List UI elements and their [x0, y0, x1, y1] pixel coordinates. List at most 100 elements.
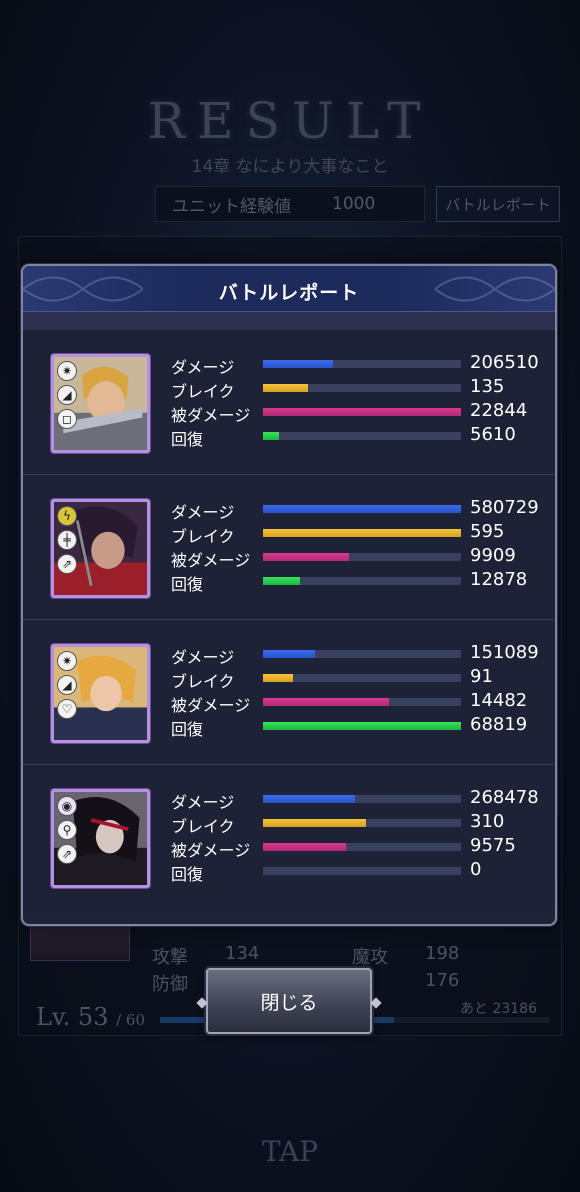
- heal-stat: 回復 12878: [171, 569, 551, 594]
- damage-stat: ダメージ 268478: [171, 787, 551, 812]
- heal-bar: [263, 577, 461, 585]
- heal-label: 回復: [171, 430, 204, 449]
- received-damage-label: 被ダメージ: [171, 551, 251, 570]
- damage-bar-fill: [263, 505, 461, 513]
- unit-portrait[interactable]: ✷ ◢ ♡: [51, 644, 150, 743]
- stat-magic-value: 198: [425, 943, 460, 964]
- received-damage-label: 被ダメージ: [171, 696, 251, 715]
- heal-bar-fill: [263, 577, 301, 585]
- element-icon: ◉: [57, 796, 77, 816]
- role-icon: ◻: [57, 409, 77, 429]
- damage-bar: [263, 505, 461, 513]
- unit-level: Lv. 53 / 60: [36, 1003, 145, 1031]
- break-label: ブレイク: [171, 672, 235, 691]
- heal-value: 12878: [470, 569, 528, 590]
- heal-label: 回復: [171, 865, 204, 884]
- break-bar-fill: [263, 529, 461, 537]
- heal-label: 回復: [171, 575, 204, 594]
- break-label: ブレイク: [171, 527, 235, 546]
- received-damage-stat: 被ダメージ 14482: [171, 690, 551, 715]
- unit-exp-box: ユニット経験値 1000: [155, 186, 425, 222]
- break-label: ブレイク: [171, 817, 235, 836]
- result-title: RESULT: [147, 92, 433, 150]
- break-value: 310: [470, 811, 505, 832]
- received-damage-value: 9575: [470, 835, 516, 856]
- damage-label: ダメージ: [171, 648, 235, 667]
- damage-label: ダメージ: [171, 358, 235, 377]
- unit-report-row: ✷ ◢ ♡ ダメージ 151089 ブレイク 91 被ダメージ 14482 回復…: [23, 620, 555, 765]
- unit-portrait[interactable]: ϟ ╪ ⇗: [51, 499, 150, 598]
- damage-value: 206510: [470, 352, 539, 373]
- break-bar: [263, 819, 461, 827]
- element-icon: ϟ: [57, 506, 77, 526]
- weapon-icon: ⚲: [57, 820, 77, 840]
- received-damage-bar-fill: [263, 698, 389, 706]
- battle-report-modal: バトルレポート ✷ ◢ ◻ ダメージ 206510 ブレイク 135 被ダメージ…: [21, 264, 557, 926]
- heal-stat: 回復 0: [171, 859, 551, 884]
- damage-bar-fill: [263, 650, 315, 658]
- break-bar: [263, 674, 461, 682]
- role-icon: ⇗: [57, 844, 77, 864]
- damage-bar-fill: [263, 795, 355, 803]
- break-value: 595: [470, 521, 505, 542]
- level-max: / 60: [116, 1011, 146, 1029]
- damage-stat: ダメージ 151089: [171, 642, 551, 667]
- received-damage-bar: [263, 698, 461, 706]
- break-bar: [263, 384, 461, 392]
- heal-value: 68819: [470, 714, 528, 735]
- modal-header: バトルレポート: [23, 266, 555, 312]
- received-damage-bar: [263, 553, 461, 561]
- damage-stat: ダメージ 206510: [171, 352, 551, 377]
- unit-report-list: ✷ ◢ ◻ ダメージ 206510 ブレイク 135 被ダメージ 22844 回…: [23, 330, 555, 910]
- heal-value: 5610: [470, 424, 516, 445]
- break-value: 135: [470, 376, 505, 397]
- damage-bar: [263, 360, 461, 368]
- received-damage-bar-fill: [263, 553, 349, 561]
- exp-remaining: あと 23186: [460, 1001, 537, 1017]
- heal-bar-fill: [263, 722, 461, 730]
- stat-defense-value: 176: [425, 970, 460, 991]
- heal-bar: [263, 722, 461, 730]
- break-stat: ブレイク 91: [171, 666, 551, 691]
- received-damage-stat: 被ダメージ 22844: [171, 400, 551, 425]
- damage-value: 268478: [470, 787, 539, 808]
- damage-label: ダメージ: [171, 503, 235, 522]
- received-damage-value: 22844: [470, 400, 528, 421]
- stat-magic-label: 魔攻: [352, 947, 388, 968]
- received-damage-stat: 被ダメージ 9909: [171, 545, 551, 570]
- damage-value: 151089: [470, 642, 539, 663]
- tap-prompt[interactable]: TAP: [0, 1135, 580, 1168]
- unit-badges: ϟ ╪ ⇗: [57, 506, 77, 574]
- unit-badges: ✷ ◢ ◻: [57, 361, 77, 429]
- damage-value: 580729: [470, 497, 539, 518]
- unit-badges: ✷ ◢ ♡: [57, 651, 77, 719]
- level-prefix: Lv.: [36, 1003, 71, 1031]
- close-button[interactable]: 閉じる: [206, 968, 372, 1034]
- received-damage-bar: [263, 843, 461, 851]
- heal-stat: 回復 68819: [171, 714, 551, 739]
- unit-badges: ◉ ⚲ ⇗: [57, 796, 77, 864]
- unit-portrait[interactable]: ◉ ⚲ ⇗: [51, 789, 150, 888]
- unit-exp-value: 1000: [332, 194, 376, 214]
- heal-value: 0: [470, 859, 482, 880]
- damage-bar: [263, 650, 461, 658]
- modal-title: バトルレポート: [218, 282, 360, 304]
- unit-report-row: ◉ ⚲ ⇗ ダメージ 268478 ブレイク 310 被ダメージ 9575 回復…: [23, 765, 555, 910]
- heal-stat: 回復 5610: [171, 424, 551, 449]
- stat-attack-value: 134: [225, 943, 260, 964]
- unit-portrait[interactable]: ✷ ◢ ◻: [51, 354, 150, 453]
- heal-label: 回復: [171, 720, 204, 739]
- heal-bar: [263, 867, 461, 875]
- break-label: ブレイク: [171, 382, 235, 401]
- break-bar: [263, 529, 461, 537]
- received-damage-stat: 被ダメージ 9575: [171, 835, 551, 860]
- received-damage-value: 14482: [470, 690, 528, 711]
- unit-exp-label: ユニット経験値: [172, 196, 291, 217]
- received-damage-label: 被ダメージ: [171, 406, 251, 425]
- battle-report-button[interactable]: バトルレポート: [436, 186, 560, 222]
- unit-report-row: ✷ ◢ ◻ ダメージ 206510 ブレイク 135 被ダメージ 22844 回…: [23, 330, 555, 475]
- weapon-icon: ◢: [57, 675, 77, 695]
- modal-strip: [23, 312, 555, 330]
- received-damage-label: 被ダメージ: [171, 841, 251, 860]
- damage-label: ダメージ: [171, 793, 235, 812]
